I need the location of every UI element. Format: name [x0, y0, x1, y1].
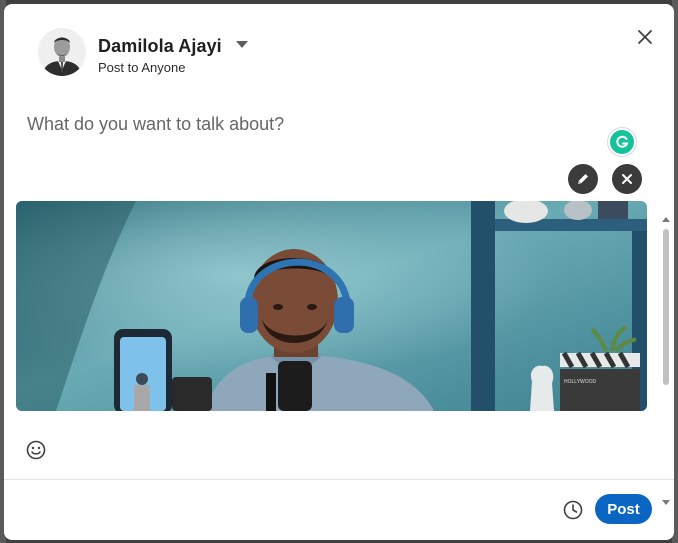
avatar	[38, 28, 86, 76]
post-author-selector[interactable]: Damilola Ajayi	[98, 36, 249, 57]
grammarly-g-glyph	[616, 135, 629, 148]
share-post-dialog: Damilola Ajayi Post to Anyone What do yo…	[4, 4, 674, 540]
post-editor[interactable]: What do you want to talk about? HOLLYWOO…	[4, 104, 674, 505]
post-visibility[interactable]: Post to Anyone	[98, 60, 185, 75]
caret-down-icon	[236, 41, 249, 49]
smiley-icon	[26, 440, 46, 460]
close-icon	[622, 174, 632, 184]
remove-image-button[interactable]	[612, 164, 642, 194]
clapper-text: HOLLYWOOD	[564, 379, 597, 385]
pencil-icon	[578, 174, 588, 184]
close-icon	[638, 30, 652, 44]
editor-scrollbar[interactable]	[660, 210, 672, 514]
user-name: Damilola Ajayi	[98, 36, 222, 56]
footer-divider	[4, 479, 674, 480]
schedule-post-button[interactable]	[561, 498, 585, 522]
scroll-up-arrow[interactable]	[662, 217, 670, 222]
scroll-down-arrow[interactable]	[662, 500, 670, 505]
post-text-placeholder[interactable]: What do you want to talk about?	[27, 114, 284, 135]
edit-image-button[interactable]	[568, 164, 598, 194]
dialog-header: Damilola Ajayi Post to Anyone	[4, 4, 674, 104]
close-button[interactable]	[628, 20, 662, 54]
attached-image: HOLLYWOOD	[16, 201, 647, 411]
grammarly-icon[interactable]	[610, 130, 634, 154]
clock-icon	[563, 500, 583, 520]
avatar-portrait	[38, 28, 86, 76]
post-button[interactable]: Post	[595, 494, 652, 524]
scroll-thumb[interactable]	[663, 229, 669, 385]
emoji-button[interactable]	[24, 438, 48, 462]
attached-photo: HOLLYWOOD	[16, 201, 647, 411]
